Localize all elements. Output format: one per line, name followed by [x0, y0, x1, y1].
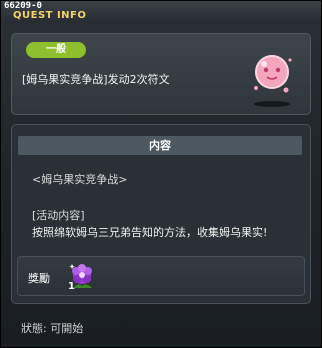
reward-count: 1 [68, 281, 75, 292]
quest-info-window: 66209-0 QUEST INFO 一般 [姆乌果实竞争战]发动2次符文 内容… [0, 0, 322, 348]
window-title: QUEST INFO [13, 10, 87, 21]
content-subtitle: <姆乌果实竞争战> [32, 173, 128, 186]
activity-label: [活动内容] [32, 209, 85, 222]
reward-label: 獎勵 [28, 272, 50, 285]
content-header: 内容 [18, 136, 302, 155]
title-bar[interactable]: 66209-0 QUEST INFO [1, 1, 321, 23]
quest-summary-panel: 一般 [姆乌果实竞争战]发动2次符文 [11, 33, 311, 115]
reward-box: 獎勵 1 [17, 256, 305, 296]
quest-name: [姆乌果实竞争战]发动2次符文 [22, 73, 170, 86]
pink-slime-icon [254, 55, 292, 107]
quest-status: 狀態: 可開始 [21, 322, 84, 335]
quest-content-panel: 内容 <姆乌果实竞争战> [活动内容] 按照绵软姆乌三兄弟告知的方法，收集姆乌果… [11, 124, 311, 304]
quest-category-tag: 一般 [26, 42, 86, 58]
activity-description: 按照绵软姆乌三兄弟告知的方法，收集姆乌果实! [32, 226, 268, 239]
